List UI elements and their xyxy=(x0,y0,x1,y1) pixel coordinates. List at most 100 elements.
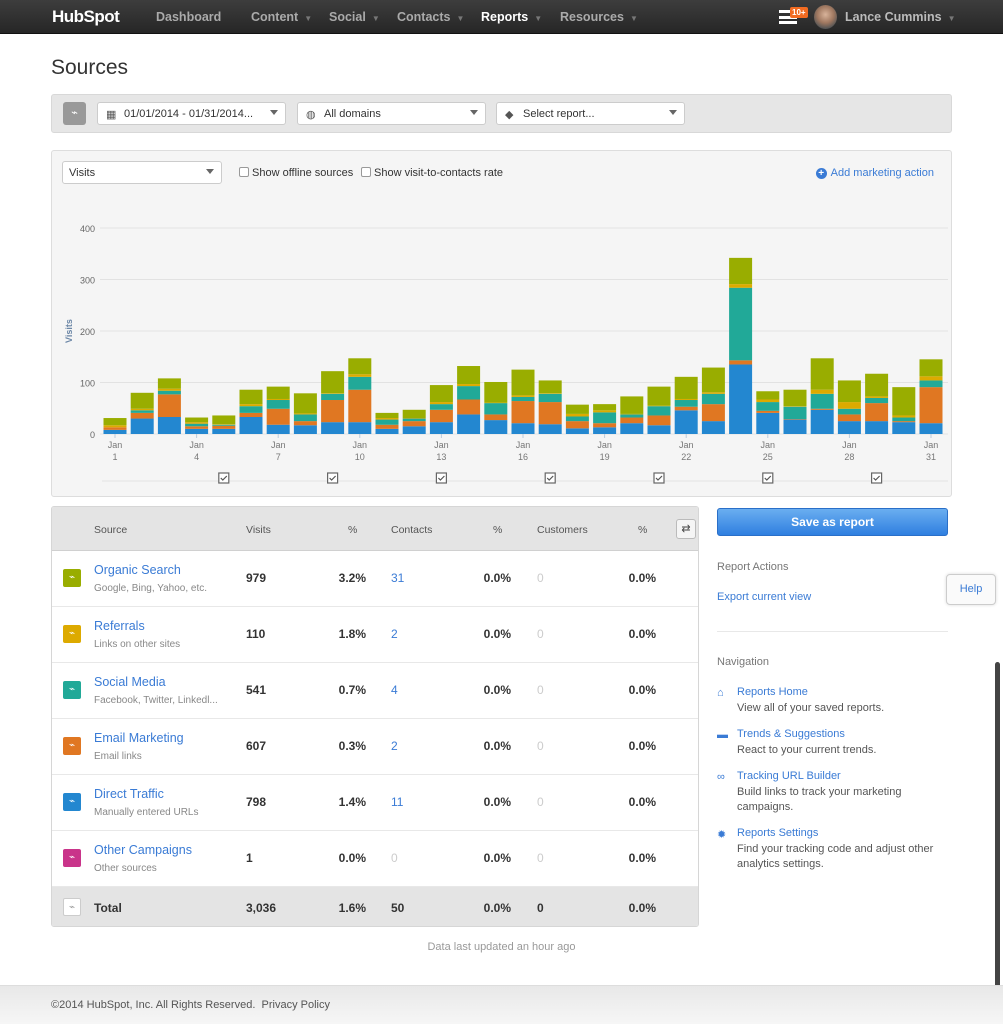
source-name-link[interactable]: Other Campaigns xyxy=(94,843,192,857)
bar-segment-referrals xyxy=(565,413,589,417)
date-range-select[interactable]: ▦ 01/01/2014 - 01/31/2014... xyxy=(97,102,286,125)
header-visits[interactable]: Visits xyxy=(246,524,271,536)
header-customers[interactable]: Customers xyxy=(537,524,588,536)
bar-segment-social-media xyxy=(130,410,154,413)
header-visit-pct[interactable]: % xyxy=(348,524,357,536)
nav-social[interactable]: Social ▼ xyxy=(329,10,380,24)
contacts[interactable]: 31 xyxy=(391,571,404,585)
table-row: ⌁ Social Media Facebook, Twitter, Linked… xyxy=(52,663,698,719)
hubspot-logo[interactable]: HubSpot xyxy=(52,7,120,27)
marketing-action-calendar-icon xyxy=(327,472,339,484)
bar-segment-email-marketing xyxy=(212,425,236,429)
visit-pct: 0.7% xyxy=(338,683,366,697)
top-nav: HubSpot Dashboard Content ▼ Social ▼ Conta… xyxy=(0,0,1003,34)
nav-link[interactable]: Reports Settings xyxy=(737,827,818,839)
avatar[interactable] xyxy=(814,5,837,29)
scrollbar[interactable] xyxy=(995,662,1000,1022)
show-offline-checkbox[interactable]: Show offline sources xyxy=(239,167,353,179)
source-name-link[interactable]: Social Media xyxy=(94,675,166,689)
source-name-link[interactable]: Direct Traffic xyxy=(94,787,164,801)
swap-columns-icon[interactable]: ⇄ xyxy=(676,519,696,539)
bar-segment-direct-traffic xyxy=(130,418,154,434)
contact-pct: 0.0% xyxy=(483,739,511,753)
source-pulse-icon: ⌁ xyxy=(63,849,81,867)
bar-segment-social-media xyxy=(756,402,780,411)
tag-icon: ◆ xyxy=(505,109,514,121)
customers: 0 xyxy=(537,739,544,753)
inbox-icon: ▬ xyxy=(717,729,728,741)
save-as-report-button[interactable]: Save as report xyxy=(717,508,948,536)
source-name-link[interactable]: Referrals xyxy=(94,619,145,633)
customer-pct: 0.0% xyxy=(628,851,656,865)
bar-segment-email-marketing xyxy=(239,412,263,418)
bar-segment-organic-search xyxy=(756,391,780,400)
domain-select[interactable]: ◍ All domains xyxy=(297,102,486,125)
bar-segment-referrals xyxy=(185,422,209,424)
add-marketing-action-link[interactable]: + Add marketing action xyxy=(815,167,934,179)
source-name-link[interactable]: Organic Search xyxy=(94,563,181,577)
nav-link[interactable]: Trends & Suggestions xyxy=(737,728,845,740)
nav-contacts[interactable]: Contacts ▼ xyxy=(397,10,464,24)
source-description: Google, Bing, Yahoo, etc. xyxy=(94,583,208,594)
nav-link[interactable]: Reports Home xyxy=(737,686,808,698)
bar-segment-referrals xyxy=(837,402,861,409)
total-customers: 0 xyxy=(537,901,544,915)
contacts[interactable]: 4 xyxy=(391,683,398,697)
show-rate-checkbox[interactable]: Show visit-to-contacts rate xyxy=(361,167,503,179)
bar-segment-organic-search xyxy=(783,389,807,407)
nav-dashboard[interactable]: Dashboard xyxy=(156,10,221,24)
bar-segment-direct-traffic xyxy=(293,425,317,434)
notification-badge: 10+ xyxy=(790,7,808,18)
nav-content[interactable]: Content ▼ xyxy=(251,10,312,24)
checkbox[interactable] xyxy=(361,167,371,177)
nav-reports[interactable]: Reports ▼ xyxy=(481,10,542,24)
bar-segment-organic-search xyxy=(892,387,916,416)
export-link[interactable]: Export current view xyxy=(717,591,811,603)
user-menu[interactable]: Lance Cummins ▼ xyxy=(845,10,955,24)
pulse-icon[interactable]: ⌁ xyxy=(63,102,86,125)
contacts[interactable]: 2 xyxy=(391,739,398,753)
header-customer-pct[interactable]: % xyxy=(638,524,647,536)
report-select[interactable]: ◆ Select report... xyxy=(496,102,685,125)
contacts[interactable]: 11 xyxy=(391,795,403,809)
nav-link[interactable]: Tracking URL Builder xyxy=(737,770,841,782)
contacts[interactable]: 2 xyxy=(391,627,398,641)
bar-segment-social-media xyxy=(511,396,535,402)
source-name-link[interactable]: Email Marketing xyxy=(94,731,184,745)
bar-segment-organic-search xyxy=(865,373,889,397)
bar-segment-social-media xyxy=(348,376,372,390)
bar-segment-social-media xyxy=(865,397,889,404)
header-contacts[interactable]: Contacts xyxy=(391,524,432,536)
bar-segment-referrals xyxy=(701,392,725,394)
bar-segment-email-marketing xyxy=(375,424,399,429)
pulse-icon: ⌁ xyxy=(63,898,81,916)
bar-segment-referrals xyxy=(810,389,834,394)
total-visit-pct: 1.6% xyxy=(338,901,366,915)
bar-segment-direct-traffic xyxy=(892,422,916,434)
bar-segment-direct-traffic xyxy=(565,428,589,434)
metric-select[interactable]: Visits xyxy=(62,161,222,184)
header-contact-pct[interactable]: % xyxy=(493,524,502,536)
x-tick-month: Jan xyxy=(679,440,694,450)
visit-pct: 1.4% xyxy=(338,795,366,809)
bar-segment-social-media xyxy=(293,414,317,422)
report-value: Select report... xyxy=(523,108,595,120)
visit-pct: 1.8% xyxy=(338,627,366,641)
bar-segment-referrals xyxy=(674,398,698,401)
checkbox[interactable] xyxy=(239,167,249,177)
bar-segment-social-media xyxy=(457,386,481,400)
x-tick-month: Jan xyxy=(516,440,531,450)
bar-segment-email-marketing xyxy=(865,403,889,422)
bar-segment-social-media xyxy=(919,380,943,388)
bar-segment-direct-traffic xyxy=(593,427,617,434)
sources-table: Source Visits % Contacts % Customers % ⇄… xyxy=(51,506,699,927)
header-source[interactable]: Source xyxy=(94,524,127,536)
x-tick-day: 10 xyxy=(355,452,365,462)
nav-resources[interactable]: Resources ▼ xyxy=(560,10,638,24)
help-button[interactable]: Help xyxy=(946,574,996,605)
privacy-policy-link[interactable]: Privacy Policy xyxy=(262,999,330,1011)
domain-value: All domains xyxy=(324,108,381,120)
bar-segment-organic-search xyxy=(130,392,154,409)
bar-segment-direct-traffic xyxy=(865,421,889,434)
bar-segment-direct-traffic xyxy=(375,428,399,434)
